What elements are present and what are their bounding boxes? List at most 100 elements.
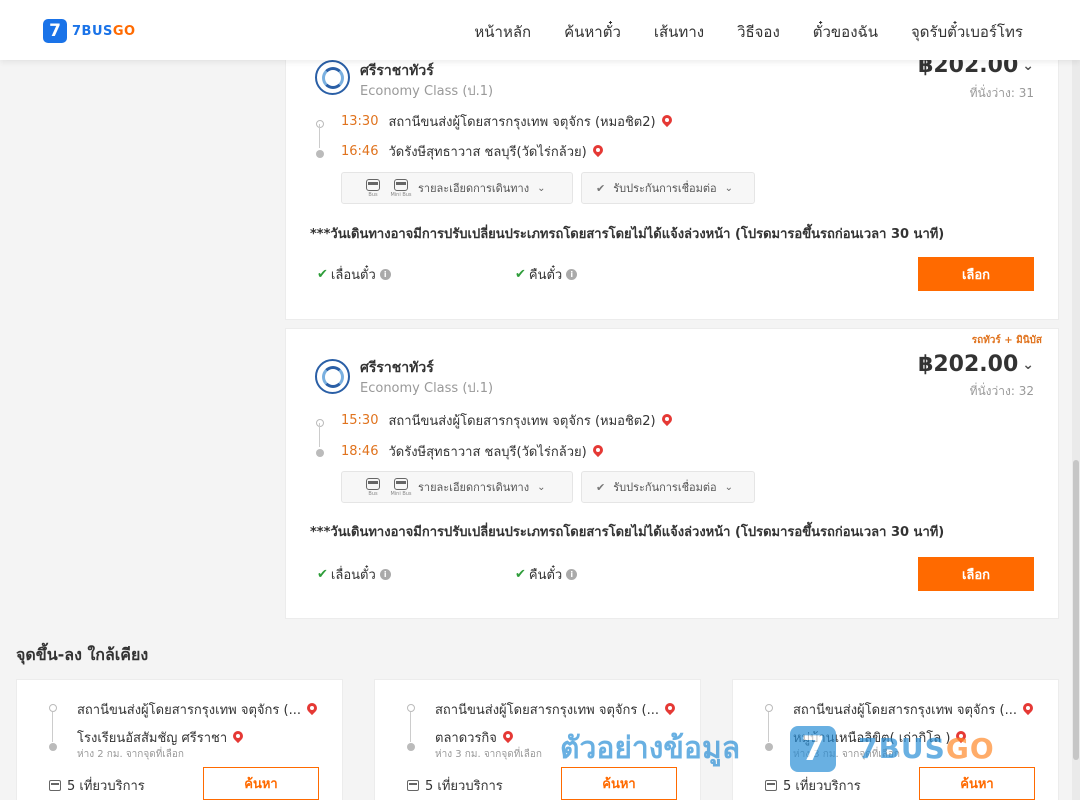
bus-icon	[765, 780, 777, 791]
main-nav: หน้าหลัก ค้นหาตั๋ว เส้นทาง วิธีจอง ตั๋วข…	[441, 20, 1023, 44]
nearby-to-name: โรงเรียนอัสสัมชัญ ศรีราชา	[77, 731, 228, 746]
nav-how-to-book[interactable]: วิธีจอง	[737, 20, 780, 44]
bus-class: Economy Class (ป.1)	[360, 381, 494, 396]
nearby-distance: ห่าง 3 กม. จากจุดที่เลือก	[435, 749, 542, 760]
refund-option: ✔ คืนตั๋ว i	[515, 264, 578, 285]
info-icon[interactable]: i	[566, 569, 578, 580]
map-pin-icon[interactable]	[593, 145, 603, 159]
map-pin-icon[interactable]	[503, 731, 513, 745]
info-icon[interactable]: i	[379, 269, 391, 280]
nav-my-tickets[interactable]: ตั๋วของฉัน	[813, 20, 878, 44]
info-icon[interactable]: i	[379, 569, 391, 580]
nearby-to-name: หมู่บ้านเหนือลิขิต( เก่ากิโล )	[793, 731, 951, 746]
site-logo[interactable]: 7 7BUSGO	[43, 19, 136, 43]
nav-pickup-points[interactable]: จุดรับตั๋วเบอร์โทร	[911, 20, 1023, 44]
arrive-stop-name: วัดรังษีสุทธาวาส ชลบุรี(วัดไร่กล้วย)	[388, 445, 587, 460]
nearby-from-stop: สถานีขนส่งผู้โดยสารกรุงเทพ จตุจักร (...	[793, 699, 1033, 720]
check-icon: ✔	[515, 267, 526, 282]
nearby-trip-count: 5 เที่ยวบริการ	[765, 775, 861, 796]
arrive-time: 18:46	[341, 444, 379, 459]
map-pin-icon[interactable]	[665, 703, 675, 717]
map-pin-icon[interactable]	[233, 731, 243, 745]
nearby-distance: ห่าง 2 กม. จากจุดที่เลือก	[77, 749, 184, 760]
arrive-stop-name: วัดรังษีสุทธาวาส ชลบุรี(วัดไร่กล้วย)	[388, 145, 587, 160]
nearby-search-button[interactable]: ค้นหา	[561, 767, 677, 800]
chevron-down-icon: ⌄	[1022, 356, 1034, 373]
trip-details-toggle[interactable]: Bus Mini Bus รายละเอียดการเดินทาง ⌄	[341, 172, 573, 204]
refund-label: คืนตั๋ว	[528, 568, 563, 583]
arrive-dot-icon	[316, 150, 324, 158]
nearby-search-button[interactable]: ค้นหา	[919, 767, 1035, 800]
bus-icon-label: Bus	[368, 490, 378, 497]
from-dot-icon	[765, 704, 773, 712]
reschedule-label: เลื่อนตั๋ว	[330, 268, 376, 283]
nearby-search-button[interactable]: ค้นหา	[203, 767, 319, 800]
nearby-card: สถานีขนส่งผู้โดยสารกรุงเทพ จตุจักร (... …	[732, 679, 1059, 800]
route-line	[768, 712, 769, 742]
nearby-trip-count: 5 เที่ยวบริการ	[407, 775, 503, 796]
insurance-label: รับประกันการเชื่อมต่อ	[613, 182, 717, 195]
depart-stop: 15:30 สถานีขนส่งผู้โดยสารกรุงเทพ จตุจักร …	[341, 410, 672, 431]
minibus-icon-label: Mini Bus	[390, 191, 412, 198]
nearby-to-stop: โรงเรียนอัสสัมชัญ ศรีราชา	[77, 727, 243, 748]
nav-search-ticket[interactable]: ค้นหาตั๋ว	[564, 20, 621, 44]
map-pin-icon[interactable]	[956, 731, 966, 745]
depart-time: 15:30	[341, 413, 379, 428]
depart-dot-icon	[316, 120, 324, 128]
depart-time: 13:30	[341, 114, 379, 129]
nearby-card: สถานีขนส่งผู้โดยสารกรุงเทพ จตุจักร (... …	[374, 679, 701, 800]
from-dot-icon	[407, 704, 415, 712]
chevron-down-icon: ⌄	[724, 182, 734, 194]
bus-class: Economy Class (ป.1)	[360, 84, 494, 99]
arrive-stop: 18:46 วัดรังษีสุทธาวาส ชลบุรี(วัดไร่กล้วย…	[341, 441, 603, 462]
depart-stop: 13:30 สถานีขนส่งผู้โดยสารกรุงเทพ จตุจักร …	[341, 111, 672, 132]
nearby-from-name: สถานีขนส่งผู้โดยสารกรุงเทพ จตุจักร (...	[435, 703, 659, 718]
nearby-trip-count: 5 เที่ยวบริการ	[49, 775, 145, 796]
operator-name: ศรีราชาทัวร์	[360, 63, 434, 79]
nearby-from-stop: สถานีขนส่งผู้โดยสารกรุงเทพ จตุจักร (...	[77, 699, 317, 720]
route-line	[319, 423, 320, 447]
reschedule-option: ✔ เลื่อนตั๋ว i	[317, 264, 391, 285]
map-pin-icon[interactable]	[662, 115, 672, 129]
reschedule-option: ✔ เลื่อนตั๋ว i	[317, 564, 391, 585]
connection-insurance-toggle[interactable]: ✔ รับประกันการเชื่อมต่อ ⌄	[581, 471, 755, 503]
map-pin-icon[interactable]	[307, 703, 317, 717]
map-pin-icon[interactable]	[593, 445, 603, 459]
route-line	[410, 712, 411, 742]
nav-home[interactable]: หน้าหลัก	[474, 20, 531, 44]
bus-icon	[407, 780, 419, 791]
trip-details-toggle[interactable]: Bus Mini Bus รายละเอียดการเดินทาง ⌄	[341, 471, 573, 503]
map-pin-icon[interactable]	[662, 414, 672, 428]
select-trip-button[interactable]: เลือก	[918, 257, 1034, 291]
nav-routes[interactable]: เส้นทาง	[654, 20, 704, 44]
check-icon: ✔	[596, 480, 606, 494]
depart-stop-name: สถานีขนส่งผู้โดยสารกรุงเทพ จตุจักร (หมอช…	[388, 115, 656, 130]
minibus-icon: Mini Bus	[390, 178, 412, 198]
minibus-icon: Mini Bus	[390, 477, 412, 497]
scrollbar-thumb[interactable]	[1073, 460, 1079, 760]
info-icon[interactable]: i	[566, 269, 578, 280]
nearby-from-name: สถานีขนส่งผู้โดยสารกรุงเทพ จตุจักร (...	[77, 703, 301, 718]
select-trip-button[interactable]: เลือก	[918, 557, 1034, 591]
ticket-price[interactable]: ฿202.00 ⌄	[918, 352, 1034, 377]
chevron-down-icon: ⌄	[537, 182, 546, 194]
connection-insurance-toggle[interactable]: ✔ รับประกันการเชื่อมต่อ ⌄	[581, 172, 755, 204]
to-dot-icon	[407, 743, 415, 751]
top-header: 7 7BUSGO หน้าหลัก ค้นหาตั๋ว เส้นทาง วิธี…	[0, 0, 1080, 60]
check-icon: ✔	[317, 567, 328, 582]
chevron-down-icon: ⌄	[537, 481, 546, 493]
trip-count-label: 5 เที่ยวบริการ	[67, 779, 145, 794]
depart-dot-icon	[316, 419, 324, 427]
price-value: ฿202.00	[918, 352, 1019, 377]
page-scrollbar[interactable]	[1072, 60, 1080, 800]
trip-count-label: 5 เที่ยวบริการ	[425, 779, 503, 794]
map-pin-icon[interactable]	[1023, 703, 1033, 717]
bus-icon: Bus	[364, 477, 382, 497]
logo-text-go: GO	[112, 23, 136, 39]
nearby-from-name: สถานีขนส่งผู้โดยสารกรุงเทพ จตุจักร (...	[793, 703, 1017, 718]
minibus-icon-label: Mini Bus	[390, 490, 412, 497]
route-line	[52, 712, 53, 742]
logo-badge: 7	[43, 19, 67, 43]
trip-card: รถทัวร์ + มินิบัส ศรีราชาทัวร์ Economy C…	[285, 328, 1059, 619]
refund-label: คืนตั๋ว	[528, 268, 563, 283]
